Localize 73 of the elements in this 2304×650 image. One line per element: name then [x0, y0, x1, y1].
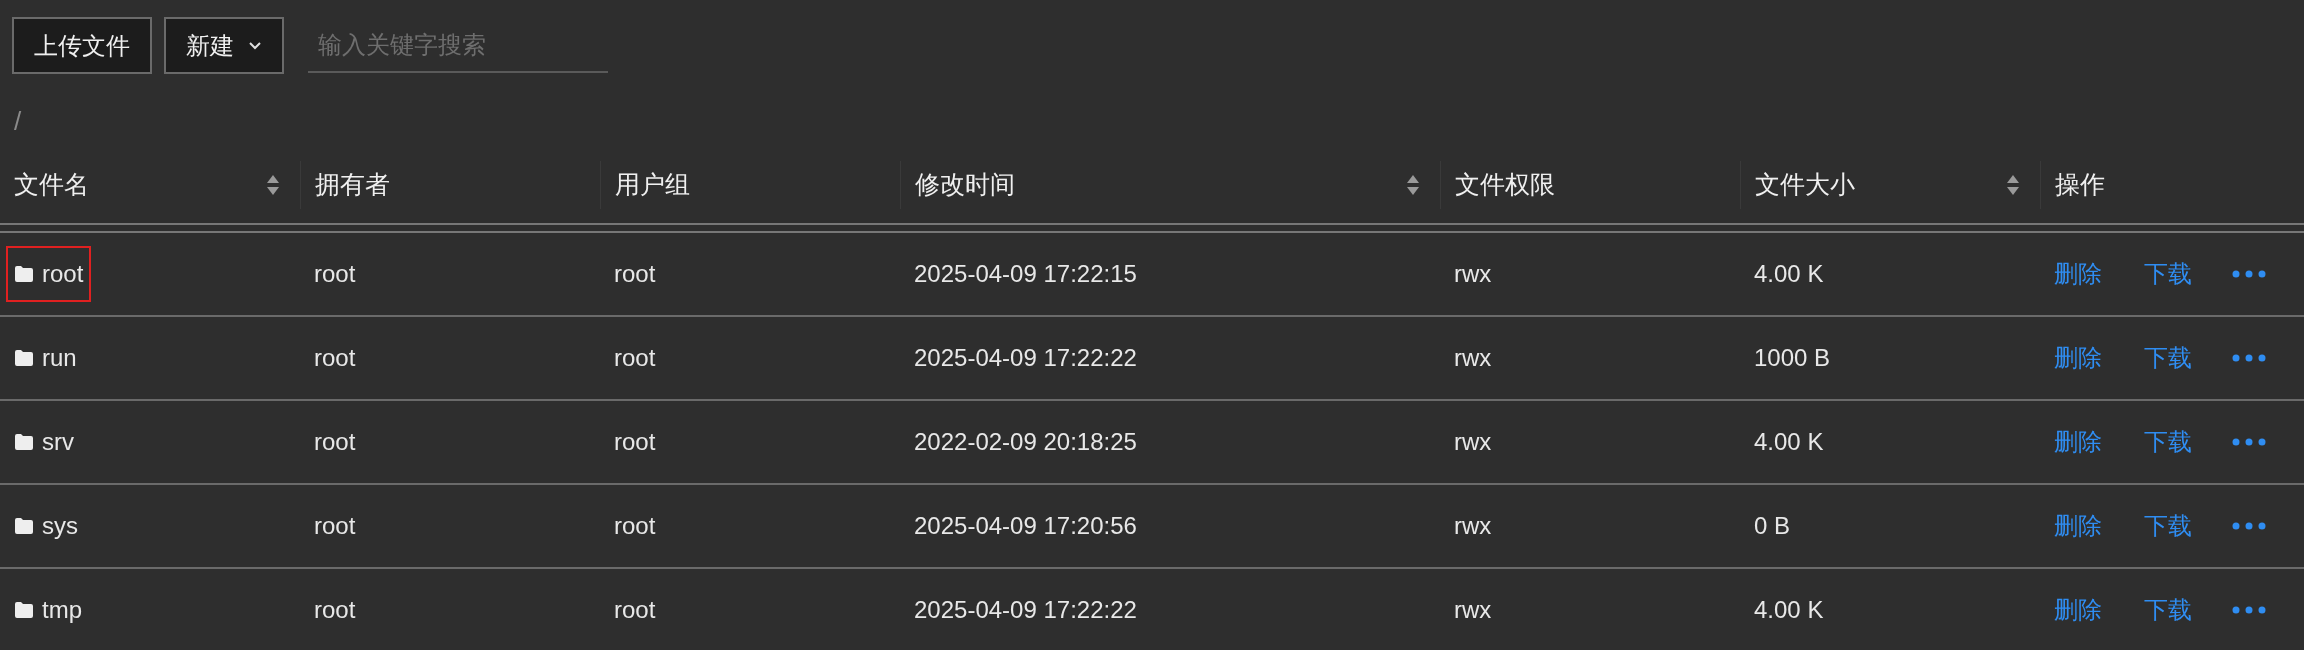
action-link[interactable]: 下载: [2144, 592, 2192, 628]
table-cell: 1000 B: [1754, 344, 1831, 371]
table-cell: 2025-04-09 17:20:56: [914, 512, 1137, 539]
file-name[interactable]: srv: [42, 424, 74, 460]
table-cell: root: [614, 428, 656, 455]
action-link[interactable]: 删除: [2054, 340, 2102, 376]
upload-button[interactable]: 上传文件: [12, 17, 152, 74]
column-header-cell[interactable]: 文件名: [0, 161, 300, 209]
more-icon[interactable]: [2232, 606, 2266, 614]
table-cell: root: [314, 344, 356, 371]
chevron-down-icon: [248, 40, 262, 51]
action-link[interactable]: 下载: [2144, 508, 2192, 544]
table-cell: rwx: [1454, 260, 1492, 287]
column-header: 拥有者: [315, 169, 390, 201]
new-button[interactable]: 新建: [164, 17, 284, 74]
table-cell: root: [614, 596, 656, 623]
table-cell: root: [614, 512, 656, 539]
more-icon[interactable]: [2232, 438, 2266, 446]
table-cell: 4.00 K: [1754, 596, 1824, 623]
action-link[interactable]: 删除: [2054, 256, 2102, 292]
table-cell: root: [614, 344, 656, 371]
folder-icon: [14, 266, 34, 282]
file-name[interactable]: root: [42, 256, 84, 292]
table-cell: 4.00 K: [1754, 260, 1824, 287]
sort-icon[interactable]: [2006, 173, 2020, 197]
table-cell: rwx: [1454, 596, 1492, 623]
column-header: 文件名: [14, 169, 89, 201]
folder-icon: [14, 350, 34, 366]
column-header: 用户组: [615, 169, 690, 201]
file-name[interactable]: tmp: [42, 592, 82, 628]
sort-icon[interactable]: [266, 173, 280, 197]
column-header: 修改时间: [915, 169, 1015, 201]
column-header-cell[interactable]: 修改时间: [900, 161, 1440, 209]
table-cell: root: [314, 596, 356, 623]
file-name-cell[interactable]: root: [6, 246, 92, 302]
search-field[interactable]: 输入关键字搜索: [308, 18, 608, 73]
file-name-cell[interactable]: sys: [6, 498, 86, 554]
more-icon[interactable]: [2232, 270, 2266, 278]
table-cell: rwx: [1454, 344, 1492, 371]
table-cell: 4.00 K: [1754, 428, 1824, 455]
column-header-cell[interactable]: 文件大小: [1740, 161, 2040, 209]
table-cell: root: [314, 260, 356, 287]
action-link[interactable]: 删除: [2054, 592, 2102, 628]
folder-icon: [14, 434, 34, 450]
action-link[interactable]: 删除: [2054, 508, 2102, 544]
table-cell: 2025-04-09 17:22:22: [914, 596, 1137, 623]
action-link[interactable]: 下载: [2144, 424, 2192, 460]
table-cell: 2025-04-09 17:22:15: [914, 260, 1137, 287]
path-label: /: [14, 105, 22, 138]
file-name-cell[interactable]: srv: [6, 414, 82, 470]
action-link[interactable]: 删除: [2054, 424, 2102, 460]
column-header: 文件权限: [1455, 169, 1555, 201]
table-cell: rwx: [1454, 428, 1492, 455]
more-icon[interactable]: [2232, 522, 2266, 530]
table-cell: rwx: [1454, 512, 1492, 539]
table-cell: root: [614, 260, 656, 287]
table-cell: 2025-04-09 17:22:22: [914, 344, 1137, 371]
file-name-cell[interactable]: run: [6, 330, 85, 386]
action-link[interactable]: 下载: [2144, 340, 2192, 376]
table-cell: root: [314, 512, 356, 539]
file-name[interactable]: run: [42, 340, 77, 376]
column-header: 操作: [2055, 169, 2105, 201]
file-name-cell[interactable]: tmp: [6, 582, 90, 638]
column-header: 文件大小: [1755, 169, 1855, 201]
table-cell: 2022-02-09 20:18:25: [914, 428, 1137, 455]
folder-icon: [14, 602, 34, 618]
file-name[interactable]: sys: [42, 508, 78, 544]
table-cell: 0 B: [1754, 512, 1791, 539]
sort-icon[interactable]: [1406, 173, 1420, 197]
folder-icon: [14, 518, 34, 534]
more-icon[interactable]: [2232, 354, 2266, 362]
table-cell: root: [314, 428, 356, 455]
action-link[interactable]: 下载: [2144, 256, 2192, 292]
